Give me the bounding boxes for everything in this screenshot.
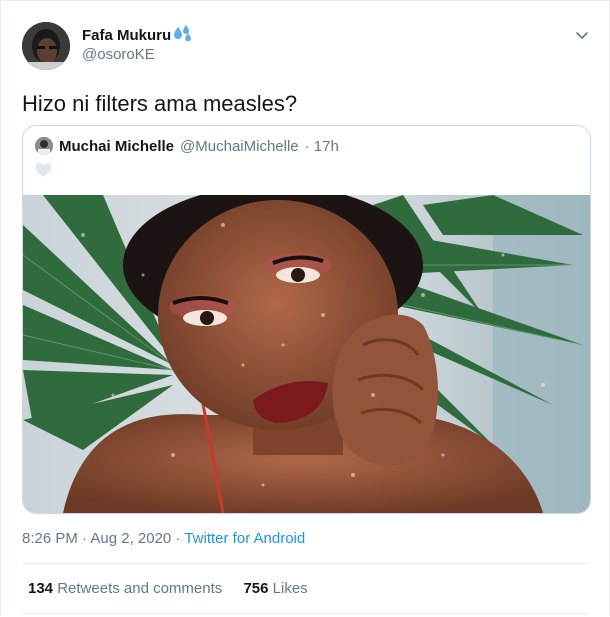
author-name[interactable]: Fafa Mukuru xyxy=(82,27,171,44)
quoted-author-handle[interactable]: @MuchaiMichelle xyxy=(180,138,299,155)
tweet-card: Fafa Mukuru @osoroKE Hizo ni filters ama… xyxy=(0,0,610,616)
meta-separator: · xyxy=(171,530,185,547)
tweet-timestamp[interactable]: 8:26 PM · Aug 2, 2020 xyxy=(22,530,171,547)
heart-icon xyxy=(35,162,52,178)
retweets-count: 134 xyxy=(28,580,54,597)
quoted-tweet-photo[interactable] xyxy=(23,195,590,513)
divider xyxy=(22,613,589,614)
retweets-label: Retweets and comments xyxy=(57,580,223,597)
tweet-stats: 134 Retweets and comments 756 Likes xyxy=(28,580,308,597)
chevron-down-icon[interactable] xyxy=(574,27,590,43)
tweet-text: Hizo ni filters ama measles? xyxy=(22,91,298,116)
author-handle[interactable]: @osoroKE xyxy=(82,46,155,63)
quoted-author-avatar xyxy=(35,137,53,155)
tweet-source-link[interactable]: Twitter for Android xyxy=(184,530,305,547)
author-name-row: Fafa Mukuru xyxy=(82,25,192,46)
sweat-droplets-icon xyxy=(174,25,192,46)
divider xyxy=(22,563,589,564)
likes-count: 756 xyxy=(243,580,269,597)
retweets-stat[interactable]: 134 Retweets and comments xyxy=(28,580,222,597)
quoted-tweet-header: Muchai Michelle @MuchaiMichelle · 17h xyxy=(35,137,339,155)
tweet-meta: 8:26 PM · Aug 2, 2020 · Twitter for Andr… xyxy=(22,530,305,547)
likes-label: Likes xyxy=(272,580,308,597)
likes-stat[interactable]: 756 Likes xyxy=(243,580,307,597)
quoted-tweet-age: · 17h xyxy=(304,137,339,155)
author-avatar[interactable] xyxy=(22,22,70,70)
quoted-author-name[interactable]: Muchai Michelle xyxy=(59,138,174,155)
quoted-tweet[interactable]: Muchai Michelle @MuchaiMichelle · 17h xyxy=(22,125,591,514)
